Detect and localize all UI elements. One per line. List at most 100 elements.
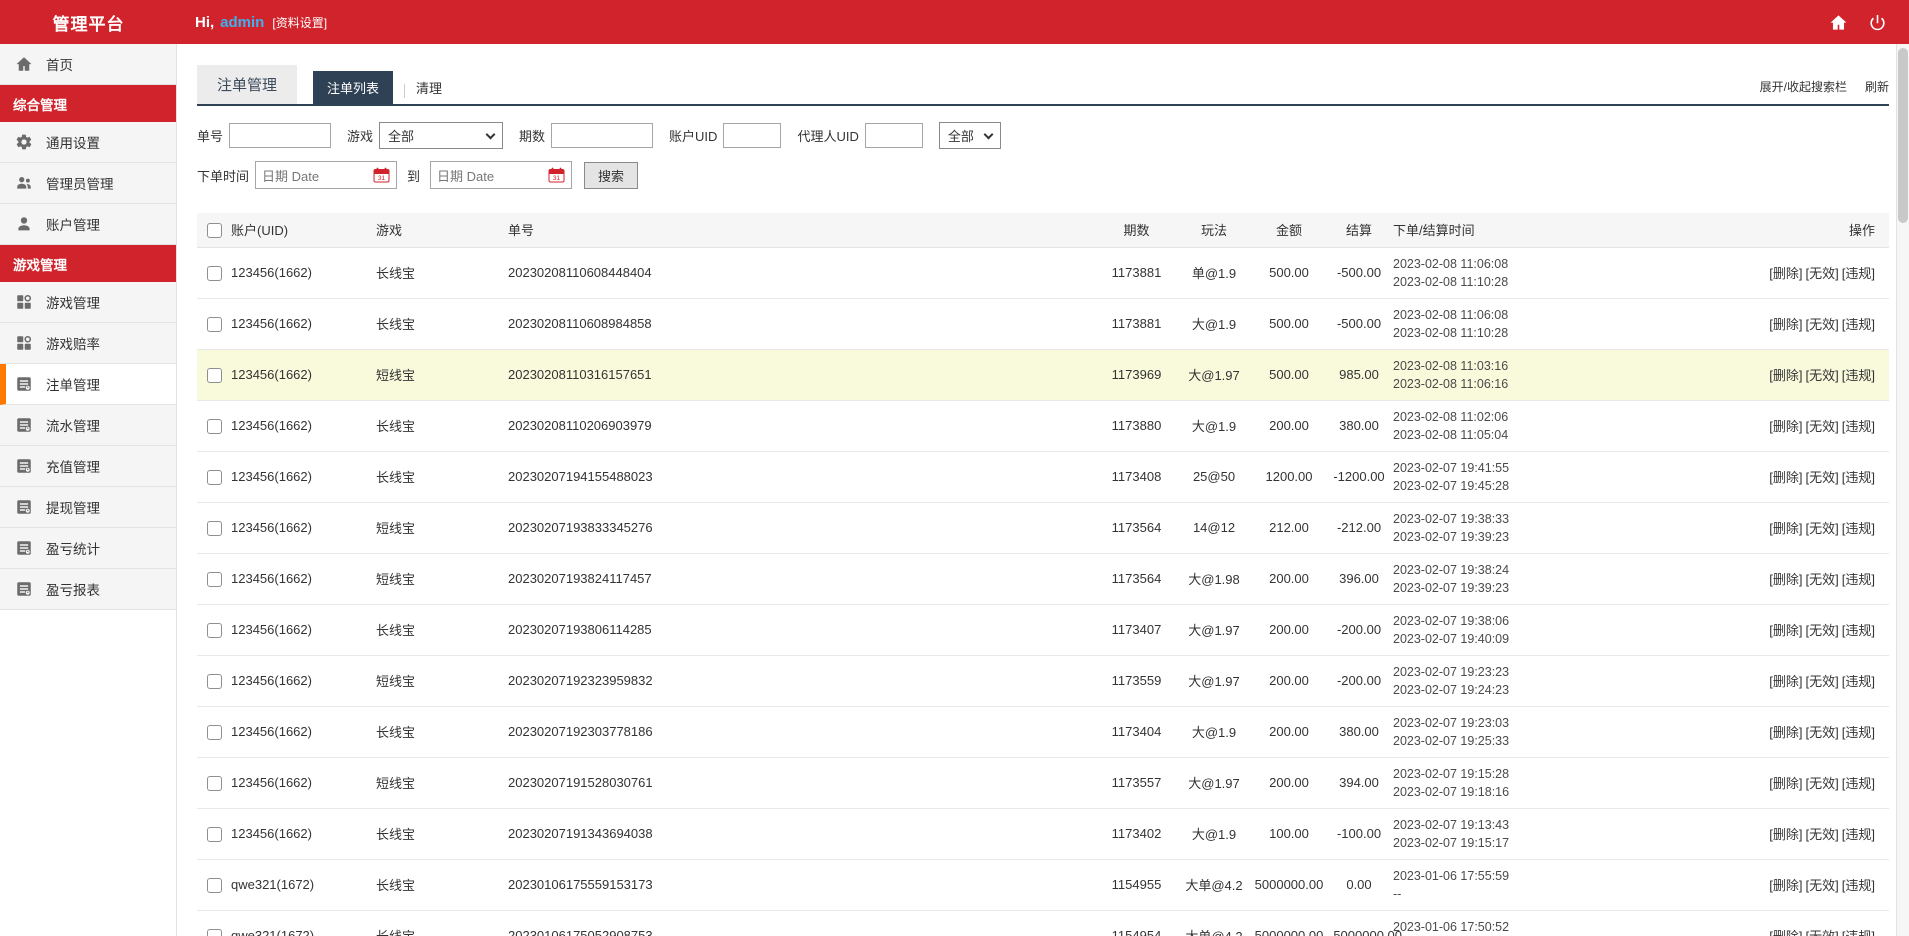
row-checkbox[interactable] <box>207 775 222 791</box>
sidebar-item[interactable]: 充值管理 <box>0 446 176 487</box>
delete-link[interactable]: [删除] <box>1769 368 1802 383</box>
violation-link[interactable]: [违规] <box>1842 776 1875 791</box>
toggle-search-link[interactable]: 展开/收起搜索栏 <box>1760 78 1847 95</box>
invalid-link[interactable]: [无效] <box>1806 878 1839 893</box>
row-checkbox[interactable] <box>207 622 222 638</box>
cell-order-no: 20230208110608448404 <box>504 247 1094 299</box>
row-checkbox[interactable] <box>207 928 222 936</box>
delete-link[interactable]: [删除] <box>1769 317 1802 332</box>
invalid-link[interactable]: [无效] <box>1806 725 1839 740</box>
invalid-link[interactable]: [无效] <box>1806 929 1839 936</box>
sidebar-item[interactable]: 账户管理 <box>0 204 176 245</box>
violation-link[interactable]: [违规] <box>1842 827 1875 842</box>
sidebar-item[interactable]: 游戏管理 <box>0 282 176 323</box>
search-button[interactable]: 搜索 <box>584 161 639 189</box>
delete-link[interactable]: [删除] <box>1769 827 1802 842</box>
sidebar-item[interactable]: 盈亏统计 <box>0 528 176 569</box>
table-row: 123456(1662) 长线宝 20230208110206903979 11738… <box>197 400 1889 452</box>
tab-order-list[interactable]: 注单列表 <box>313 71 394 104</box>
violation-link[interactable]: [违规] <box>1842 266 1875 281</box>
invalid-link[interactable]: [无效] <box>1806 317 1839 332</box>
calendar-icon[interactable]: 31 <box>373 167 390 183</box>
delete-link[interactable]: [删除] <box>1769 266 1802 281</box>
calendar-icon[interactable]: 31 <box>548 167 565 183</box>
delete-link[interactable]: [删除] <box>1769 776 1802 791</box>
invalid-link[interactable]: [无效] <box>1806 266 1839 281</box>
sidebar-item[interactable]: 游戏赔率 <box>0 323 176 364</box>
row-checkbox[interactable] <box>207 469 222 485</box>
row-checkbox[interactable] <box>207 265 222 281</box>
sidebar-item[interactable]: 盈亏报表 <box>0 569 176 610</box>
invalid-link[interactable]: [无效] <box>1806 776 1839 791</box>
row-checkbox[interactable] <box>207 316 222 332</box>
delete-link[interactable]: [删除] <box>1769 623 1802 638</box>
sidebar-item[interactable]: 首页 <box>0 44 176 85</box>
column-header: 玩法 <box>1179 213 1249 248</box>
row-checkbox[interactable] <box>207 724 222 740</box>
violation-link[interactable]: [违规] <box>1842 572 1875 587</box>
delete-link[interactable]: [删除] <box>1769 725 1802 740</box>
sidebar-item[interactable]: 通用设置 <box>0 122 176 163</box>
row-checkbox[interactable] <box>207 367 222 383</box>
delete-link[interactable]: [删除] <box>1769 878 1802 893</box>
cell-play: 大@1.97 <box>1179 604 1249 656</box>
sidebar-item[interactable]: 管理员管理 <box>0 163 176 204</box>
logout-power-icon[interactable] <box>1868 13 1887 32</box>
account-uid-input[interactable] <box>723 123 782 148</box>
invalid-link[interactable]: [无效] <box>1806 674 1839 689</box>
order-time: 2023-02-07 19:13:43 <box>1393 817 1510 832</box>
scrollbar-thumb[interactable] <box>1898 48 1908 223</box>
violation-link[interactable]: [违规] <box>1842 419 1875 434</box>
violation-link[interactable]: [违规] <box>1842 674 1875 689</box>
violation-link[interactable]: [违规] <box>1842 725 1875 740</box>
invalid-link[interactable]: [无效] <box>1806 572 1839 587</box>
row-checkbox[interactable] <box>207 826 222 842</box>
invalid-link[interactable]: [无效] <box>1806 521 1839 536</box>
invalid-link[interactable]: [无效] <box>1806 827 1839 842</box>
date-to-input[interactable]: 日期 Date 31 <box>430 161 573 189</box>
cell-amount: 5000000.00 <box>1249 859 1329 911</box>
sidebar-item[interactable]: 提现管理 <box>0 487 176 528</box>
period-input[interactable] <box>551 123 654 148</box>
order-time: 2023-02-08 11:02:06 <box>1393 409 1509 424</box>
delete-link[interactable]: [删除] <box>1769 674 1802 689</box>
search-row-1: 单号 游戏 全部 期数 账户UID 代理人UID 全部 <box>197 122 1889 149</box>
delete-link[interactable]: [删除] <box>1769 572 1802 587</box>
select-all-checkbox[interactable] <box>207 222 222 238</box>
invalid-link[interactable]: [无效] <box>1806 368 1839 383</box>
violation-link[interactable]: [违规] <box>1842 470 1875 485</box>
date-from-input[interactable]: 日期 Date 31 <box>255 161 398 189</box>
violation-link[interactable]: [违规] <box>1842 929 1875 936</box>
agent-uid-input[interactable] <box>864 123 923 148</box>
profile-settings-link[interactable]: [资料设置] <box>272 14 327 31</box>
violation-link[interactable]: [违规] <box>1842 368 1875 383</box>
delete-link[interactable]: [删除] <box>1769 929 1802 936</box>
cell-play: 大@1.9 <box>1179 706 1249 758</box>
violation-link[interactable]: [违规] <box>1842 317 1875 332</box>
violation-link[interactable]: [违规] <box>1842 878 1875 893</box>
violation-link[interactable]: [违规] <box>1842 521 1875 536</box>
game-select[interactable]: 全部 <box>379 122 504 149</box>
row-checkbox[interactable] <box>207 418 222 434</box>
refresh-link[interactable]: 刷新 <box>1865 78 1889 95</box>
violation-link[interactable]: [违规] <box>1842 623 1875 638</box>
status-select[interactable]: 全部 <box>938 122 1001 149</box>
invalid-link[interactable]: [无效] <box>1806 419 1839 434</box>
sidebar-item[interactable]: 注单管理 <box>0 364 176 405</box>
sidebar-item[interactable]: 流水管理 <box>0 405 176 446</box>
row-checkbox[interactable] <box>207 520 222 536</box>
vertical-scrollbar[interactable] <box>1896 44 1909 936</box>
order-no-input[interactable] <box>229 123 332 148</box>
home-icon[interactable] <box>1829 13 1848 32</box>
tab-cleanup[interactable]: 清理 <box>416 78 442 104</box>
delete-link[interactable]: [删除] <box>1769 419 1802 434</box>
row-checkbox[interactable] <box>207 673 222 689</box>
row-checkbox[interactable] <box>207 877 222 893</box>
invalid-link[interactable]: [无效] <box>1806 470 1839 485</box>
delete-link[interactable]: [删除] <box>1769 470 1802 485</box>
table-row: 123456(1662) 短线宝 20230207193824117457 11735… <box>197 553 1889 605</box>
invalid-link[interactable]: [无效] <box>1806 623 1839 638</box>
order-time: 2023-02-07 19:38:24 <box>1393 562 1510 577</box>
row-checkbox[interactable] <box>207 571 222 587</box>
delete-link[interactable]: [删除] <box>1769 521 1802 536</box>
